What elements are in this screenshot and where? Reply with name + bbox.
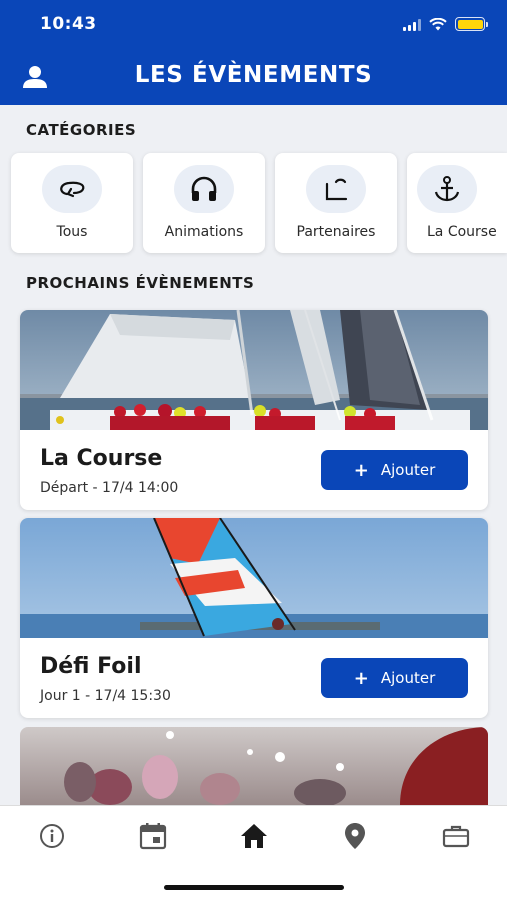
add-event-button[interactable]: + Ajouter [321, 450, 468, 490]
calendar-icon [139, 823, 167, 850]
app-header: 10:43 LES ÉVÈNEMENTS [0, 0, 507, 105]
category-label: Partenaires [296, 224, 376, 240]
event-date: Jour 1 - 17/4 15:30 [40, 688, 171, 704]
event-card[interactable]: La Course Départ - 17/4 14:00 + Ajouter [20, 310, 488, 510]
status-icons [403, 17, 488, 31]
tab-calendar[interactable] [133, 820, 173, 852]
home-icon [241, 824, 267, 848]
event-name: La Course [40, 446, 163, 471]
plus-icon: + [353, 459, 369, 481]
add-event-button[interactable]: + Ajouter [321, 658, 468, 698]
event-card[interactable]: Défi Foil Jour 1 - 17/4 15:30 + Ajouter [20, 518, 488, 718]
tab-briefcase[interactable] [436, 820, 476, 852]
category-label: La Course [427, 224, 497, 240]
category-all[interactable]: Tous [11, 153, 133, 253]
info-icon [40, 824, 64, 848]
categories-heading: CATÉGORIES [26, 121, 137, 139]
tab-info[interactable] [32, 820, 72, 852]
briefcase-icon [442, 825, 470, 848]
event-date: Départ - 17/4 14:00 [40, 480, 179, 496]
upcoming-events-heading: PROCHAINS ÉVÈNEMENTS [26, 274, 255, 292]
signal-icon [403, 18, 421, 31]
event-card-partial[interactable] [20, 727, 488, 805]
battery-icon [455, 17, 488, 31]
category-label: Tous [56, 224, 88, 240]
partners-icon [325, 178, 348, 201]
sailing-photo [20, 310, 488, 430]
add-button-label: Ajouter [380, 461, 436, 479]
tab-location[interactable] [335, 820, 375, 852]
category-label: Animations [164, 224, 244, 240]
category-animations[interactable]: Animations [143, 153, 265, 253]
page-title: LES ÉVÈNEMENTS [134, 62, 373, 88]
location-pin-icon [345, 823, 365, 849]
refresh-icon [60, 181, 85, 198]
category-partners[interactable]: Partenaires [275, 153, 397, 253]
windsurf-photo [20, 518, 488, 638]
event-name: Défi Foil [40, 654, 142, 679]
add-button-label: Ajouter [380, 669, 436, 687]
home-indicator [164, 885, 344, 890]
headphones-icon [191, 176, 217, 201]
category-la-course[interactable]: La Course [407, 153, 507, 253]
tab-home[interactable] [234, 820, 274, 852]
status-time: 10:43 [40, 14, 97, 34]
anchor-icon [434, 176, 460, 202]
party-photo [20, 727, 488, 805]
wifi-icon [429, 17, 447, 30]
plus-icon: + [353, 667, 369, 689]
